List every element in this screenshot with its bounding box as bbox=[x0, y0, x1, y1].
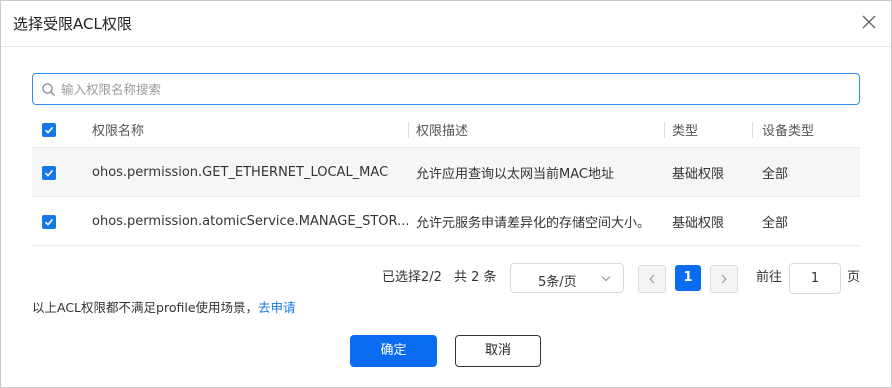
check-icon bbox=[44, 126, 54, 134]
table-row[interactable]: ohos.permission.GET_ETHERNET_LOCAL_MAC 允… bbox=[32, 148, 860, 197]
table-header: 权限名称 权限描述 类型 设备类型 bbox=[32, 111, 860, 148]
page-size-select[interactable]: 5条/页 bbox=[510, 263, 624, 293]
column-divider bbox=[408, 122, 409, 138]
permission-desc: 允许应用查询以太网当前MAC地址 bbox=[416, 166, 614, 182]
column-divider bbox=[664, 122, 665, 138]
column-header-type[interactable]: 类型 bbox=[672, 111, 752, 147]
total-count: 共 2 条 bbox=[454, 270, 497, 285]
permission-name: ohos.permission.GET_ETHERNET_LOCAL_MAC bbox=[92, 164, 389, 180]
table-row[interactable]: ohos.permission.atomicService.MANAGE_STO… bbox=[32, 197, 860, 246]
row-checkbox[interactable] bbox=[42, 215, 56, 229]
check-icon bbox=[44, 169, 54, 177]
column-header-device[interactable]: 设备类型 bbox=[762, 111, 852, 147]
column-header-name[interactable]: 权限名称 bbox=[92, 111, 412, 147]
permission-table: 权限名称 权限描述 类型 设备类型 ohos.permission.GET_ET… bbox=[32, 111, 860, 246]
permission-type: 基础权限 bbox=[672, 166, 725, 182]
close-icon[interactable] bbox=[859, 12, 879, 32]
acl-permission-dialog: 选择受限ACL权限 权限名称 权限描述 类型 设备类型 ohos.p bbox=[0, 0, 892, 388]
selected-count: 已选择2/2 bbox=[382, 270, 442, 285]
select-all-checkbox[interactable] bbox=[42, 123, 56, 137]
prev-page-button[interactable] bbox=[638, 265, 666, 293]
next-page-button[interactable] bbox=[710, 265, 738, 293]
chevron-left-icon bbox=[649, 274, 655, 284]
device-type: 全部 bbox=[762, 166, 789, 182]
column-divider bbox=[752, 122, 753, 138]
search-input[interactable] bbox=[61, 74, 851, 104]
chevron-down-icon bbox=[601, 276, 611, 282]
cancel-button[interactable]: 取消 bbox=[455, 335, 541, 367]
permission-desc: 允许元服务申请差异化的存储空间大小。 bbox=[416, 215, 651, 231]
check-icon bbox=[44, 218, 54, 226]
goto-page-input[interactable] bbox=[789, 263, 841, 294]
search-box[interactable] bbox=[32, 73, 860, 105]
chevron-right-icon bbox=[721, 274, 727, 284]
apply-note-text: 以上ACL权限都不满足profile使用场景， bbox=[32, 300, 259, 315]
goto-label: 前往 bbox=[756, 270, 783, 285]
dialog-title: 选择受限ACL权限 bbox=[13, 15, 132, 33]
page-size-value: 5条/页 bbox=[538, 275, 577, 290]
row-checkbox[interactable] bbox=[42, 166, 56, 180]
apply-link[interactable]: 去申请 bbox=[258, 300, 296, 315]
column-header-desc[interactable]: 权限描述 bbox=[416, 111, 660, 147]
dialog-header: 选择受限ACL权限 bbox=[1, 1, 891, 47]
search-icon bbox=[41, 82, 56, 97]
page-unit-label: 页 bbox=[847, 270, 861, 285]
current-page-button[interactable]: 1 bbox=[675, 265, 701, 291]
permission-name: ohos.permission.atomicService.MANAGE_STO… bbox=[92, 213, 410, 229]
device-type: 全部 bbox=[762, 215, 789, 231]
confirm-button[interactable]: 确定 bbox=[350, 335, 437, 367]
permission-type: 基础权限 bbox=[672, 215, 725, 231]
apply-note: 以上ACL权限都不满足profile使用场景，去申请 bbox=[32, 297, 296, 316]
